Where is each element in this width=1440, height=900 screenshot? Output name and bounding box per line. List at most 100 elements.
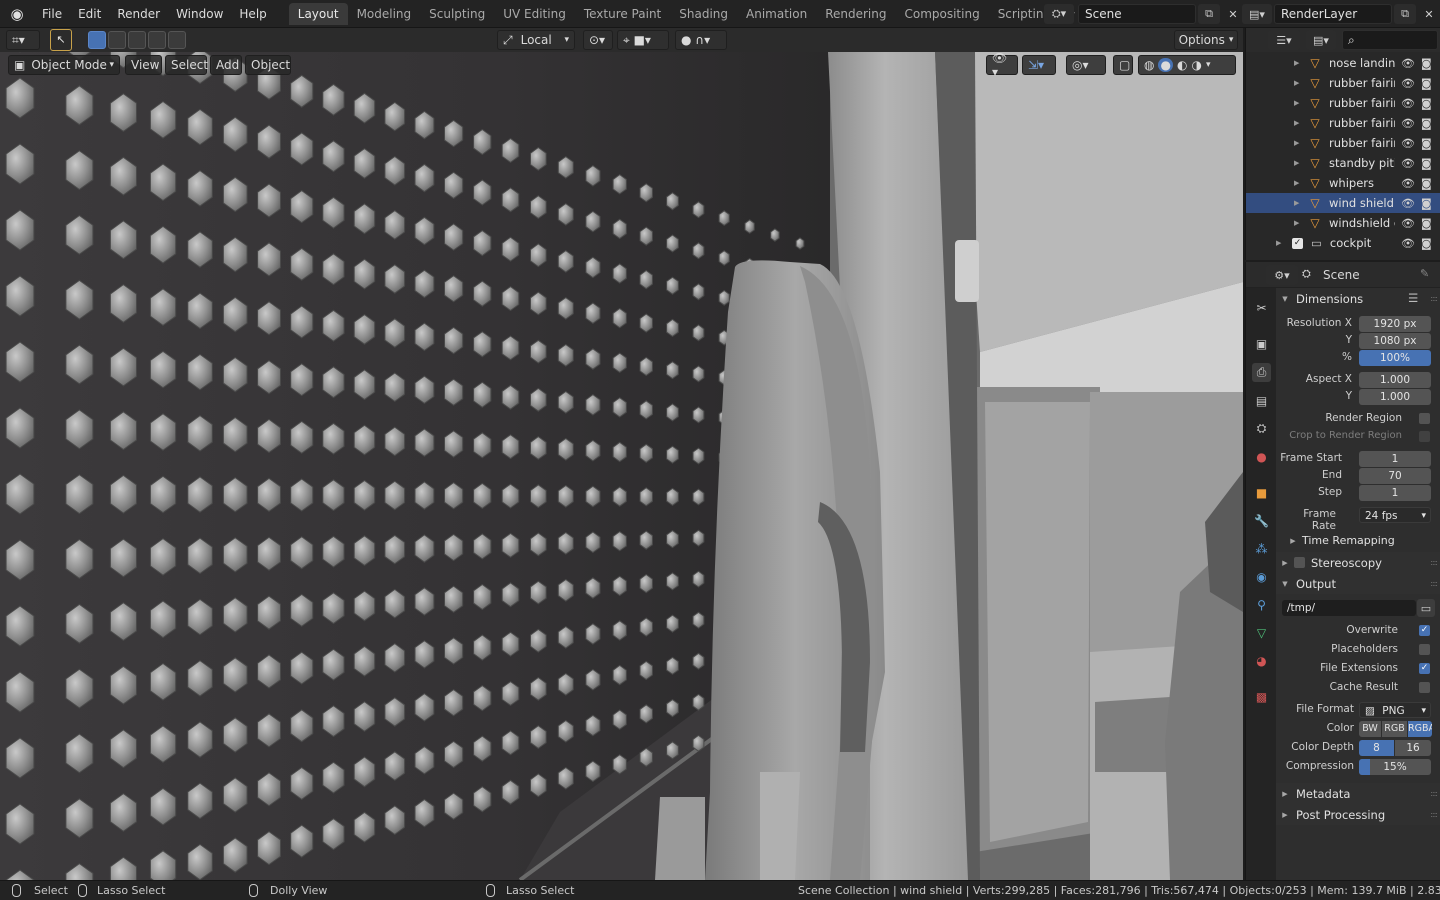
menu-help[interactable]: Help xyxy=(231,3,274,25)
outliner-item[interactable]: ▶ ▽ standby pitit 👁 ◙ xyxy=(1246,153,1440,173)
view-layer-name-field[interactable]: RenderLayer xyxy=(1274,4,1392,24)
expand-arrow-icon[interactable]: ▶ xyxy=(1294,59,1302,67)
proportional-editing-toggle[interactable]: ● ∩▾ xyxy=(675,30,727,50)
menu-edit[interactable]: Edit xyxy=(70,3,109,25)
eye-icon[interactable]: 👁 xyxy=(1401,137,1415,150)
overlays-toggle-icon[interactable]: ◎▾ xyxy=(1066,55,1106,75)
expand-arrow-icon[interactable]: ▶ xyxy=(1294,219,1302,227)
camera-icon[interactable]: ◙ xyxy=(1421,177,1432,190)
color-depth-8-button[interactable]: 8 xyxy=(1359,740,1394,756)
wireframe-shading-icon[interactable]: ◍ xyxy=(1144,58,1154,72)
stereoscopy-checkbox[interactable] xyxy=(1294,557,1305,568)
editor-type-icon[interactable]: ⌗▾ xyxy=(6,30,40,50)
output-tab-icon[interactable]: ⎙ xyxy=(1252,363,1271,382)
camera-icon[interactable]: ◙ xyxy=(1421,137,1432,150)
gizmo-toggle-icon[interactable]: ⇲▾ xyxy=(1022,55,1056,75)
properties-editor-type-icon[interactable]: ⚙▾ xyxy=(1266,265,1298,285)
camera-icon[interactable]: ◙ xyxy=(1421,77,1432,90)
drag-handle-icon[interactable]: :::: xyxy=(1430,294,1438,303)
camera-icon[interactable]: ◙ xyxy=(1421,197,1432,210)
material-shading-icon[interactable]: ◐ xyxy=(1177,58,1187,72)
tab-sculpting[interactable]: Sculpting xyxy=(420,3,494,25)
select-extend-icon[interactable] xyxy=(108,31,126,49)
eye-icon[interactable]: 👁 xyxy=(1401,197,1415,210)
expand-arrow-icon[interactable]: ▶ xyxy=(1294,199,1302,207)
camera-icon[interactable]: ◙ xyxy=(1421,157,1432,170)
options-dropdown[interactable]: Options ▾ xyxy=(1174,30,1238,50)
outliner-item[interactable]: ▶ ▽ rubber fairin 👁 ◙ xyxy=(1246,73,1440,93)
output-path-field[interactable]: /tmp/ xyxy=(1282,600,1416,616)
tab-layout[interactable]: Layout xyxy=(288,2,348,25)
eye-icon[interactable]: 👁 xyxy=(1401,57,1415,70)
frame-rate-dropdown[interactable]: 24 fps ▾ xyxy=(1359,507,1431,523)
aspect-x-field[interactable]: 1.000 xyxy=(1359,372,1431,388)
scene-tab-icon[interactable]: ⛭ xyxy=(1252,419,1271,438)
camera-icon[interactable]: ◙ xyxy=(1421,237,1432,250)
drag-handle-icon[interactable]: :::: xyxy=(1430,579,1438,588)
eye-icon[interactable]: 👁 xyxy=(1401,77,1415,90)
select-subtract-icon[interactable] xyxy=(128,31,146,49)
texture-tab-icon[interactable]: ▩ xyxy=(1252,687,1271,706)
snapping-toggle[interactable]: ⌖ ■▾ xyxy=(617,30,669,50)
crop-region-checkbox[interactable] xyxy=(1419,431,1430,442)
overwrite-checkbox[interactable]: ✓ xyxy=(1419,625,1430,636)
new-view-layer-icon[interactable]: ⧉ xyxy=(1394,4,1416,24)
xray-toggle-icon[interactable]: ▢ xyxy=(1113,55,1133,75)
camera-icon[interactable]: ◙ xyxy=(1421,117,1432,130)
scene-browse-icon[interactable]: ⛭▾ xyxy=(1044,4,1074,24)
display-mode-icon[interactable]: ▤▾ xyxy=(1306,30,1336,50)
outliner-item[interactable]: ▶ ▽ rubber fairin 👁 ◙ xyxy=(1246,133,1440,153)
select-invert-icon[interactable] xyxy=(148,31,166,49)
file-extensions-checkbox[interactable]: ✓ xyxy=(1419,663,1430,674)
outliner-search-input[interactable]: ⌕ xyxy=(1342,30,1438,50)
tab-compositing[interactable]: Compositing xyxy=(895,3,988,25)
camera-icon[interactable]: ◙ xyxy=(1421,217,1432,230)
expand-arrow-icon[interactable]: ▶ xyxy=(1294,99,1302,107)
color-bw-button[interactable]: BW xyxy=(1359,721,1381,737)
pin-icon[interactable]: ✎ xyxy=(1420,267,1429,280)
select-intersect-icon[interactable] xyxy=(168,31,186,49)
new-scene-icon[interactable]: ⧉ xyxy=(1198,4,1220,24)
outliner-item[interactable]: ▶ ▽ windshield c 👁 ◙ xyxy=(1246,213,1440,233)
color-rgba-button[interactable]: RGBA xyxy=(1408,721,1432,737)
frame-start-field[interactable]: 1 xyxy=(1359,451,1431,467)
physics-tab-icon[interactable]: ◉ xyxy=(1252,567,1271,586)
eye-icon[interactable]: 👁 xyxy=(1401,117,1415,130)
eye-icon[interactable]: 👁 xyxy=(1401,217,1415,230)
expand-arrow-icon[interactable]: ▶ xyxy=(1294,159,1302,167)
dimensions-panel-header[interactable]: ▼ Dimensions ☰ :::: xyxy=(1276,288,1440,309)
camera-icon[interactable]: ◙ xyxy=(1421,97,1432,110)
object-tab-icon[interactable]: ■ xyxy=(1252,483,1271,502)
select-menu[interactable]: Select xyxy=(165,55,208,75)
eye-icon[interactable]: 👁 xyxy=(1401,237,1415,250)
placeholders-checkbox[interactable] xyxy=(1419,644,1430,655)
select-new-icon[interactable] xyxy=(88,31,106,49)
outliner-item[interactable]: ▶ ▽ wind shield 👁 ◙ xyxy=(1246,193,1440,213)
folder-icon[interactable]: ▭ xyxy=(1417,599,1435,617)
transform-orientation-dropdown[interactable]: ⤢ Local ▾ xyxy=(497,30,575,50)
menu-file[interactable]: File xyxy=(34,3,70,25)
eye-icon[interactable]: 👁 xyxy=(1401,177,1415,190)
compression-slider[interactable]: 15% xyxy=(1359,759,1431,775)
data-tab-icon[interactable]: ▽ xyxy=(1252,623,1271,642)
color-depth-16-button[interactable]: 16 xyxy=(1395,740,1431,756)
delete-scene-icon[interactable]: ✕ xyxy=(1222,4,1244,24)
tab-animation[interactable]: Animation xyxy=(737,3,816,25)
outliner-collection-cockpit[interactable]: ▶ ✓ ▭ cockpit 👁 ◙ xyxy=(1246,233,1440,253)
resolution-x-field[interactable]: 1920 px xyxy=(1359,316,1431,332)
expand-arrow-icon[interactable]: ▶ xyxy=(1276,239,1284,247)
world-tab-icon[interactable]: ● xyxy=(1252,447,1271,466)
outliner-editor-type-icon[interactable]: ☰▾ xyxy=(1268,30,1300,50)
3d-viewport[interactable] xyxy=(0,52,1243,880)
outliner-item[interactable]: ▶ ▽ rubber fairin 👁 ◙ xyxy=(1246,113,1440,133)
render-region-checkbox[interactable] xyxy=(1419,413,1430,424)
presets-list-icon[interactable]: ☰ xyxy=(1408,291,1418,305)
outliner-item[interactable]: ▶ ▽ rubber fairin 👁 ◙ xyxy=(1246,93,1440,113)
resolution-percent-field[interactable]: 100% xyxy=(1359,350,1431,366)
expand-arrow-icon[interactable]: ▶ xyxy=(1294,139,1302,147)
tab-uv-editing[interactable]: UV Editing xyxy=(494,3,575,25)
menu-window[interactable]: Window xyxy=(168,3,231,25)
outliner-item[interactable]: ▶ ▽ whipers 👁 ◙ xyxy=(1246,173,1440,193)
resolution-y-field[interactable]: 1080 px xyxy=(1359,333,1431,349)
render-tab-icon[interactable]: ▣ xyxy=(1252,334,1271,353)
